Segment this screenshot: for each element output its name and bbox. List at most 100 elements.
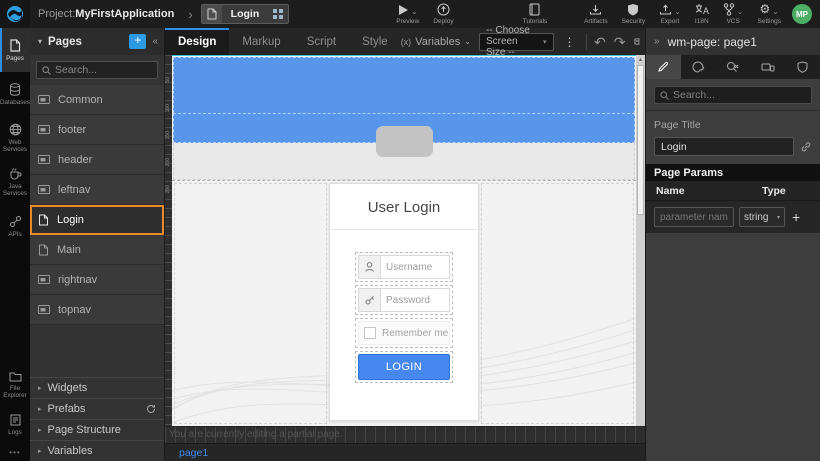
- tab-styles[interactable]: [681, 55, 716, 79]
- pages-search-input[interactable]: [55, 64, 152, 76]
- logo-placeholder[interactable]: [376, 126, 433, 157]
- project-breadcrumb[interactable]: Project:MyFirstApplication: [38, 8, 174, 20]
- vcs-button[interactable]: ⌄ VCS: [716, 3, 751, 25]
- ruler-label: 200: [165, 158, 171, 166]
- canvas-toolbar: Design Markup Script Style (x) Variables…: [165, 28, 645, 55]
- page-title-label: Page Title: [654, 119, 812, 131]
- collapse-panel-icon[interactable]: «: [152, 36, 158, 47]
- status-page-link[interactable]: page1: [165, 447, 208, 459]
- page-item-login[interactable]: Login: [30, 205, 164, 235]
- settings-label: Settings: [758, 18, 782, 25]
- bind-link-icon[interactable]: [800, 141, 812, 153]
- deploy-button[interactable]: Deploy: [426, 3, 460, 25]
- canvas-more-menu[interactable]: ⋮: [562, 35, 578, 49]
- properties-search[interactable]: [654, 86, 812, 104]
- section-variables[interactable]: ▸ Variables: [30, 440, 164, 461]
- page-icon: [38, 214, 49, 226]
- open-page-tab[interactable]: Login: [201, 4, 290, 24]
- remember-me-row[interactable]: Remember me: [355, 318, 453, 348]
- caret-right-icon: ▸: [38, 384, 42, 392]
- rail-item-file-explorer[interactable]: File Explorer: [0, 363, 30, 407]
- tutorials-button[interactable]: Tutorials: [516, 3, 555, 25]
- screen-size-select[interactable]: -- Choose Screen Size -- ▾: [479, 33, 554, 51]
- right-column[interactable]: [481, 183, 634, 424]
- rail-item-web-services[interactable]: Web Services: [0, 116, 30, 160]
- page-canvas[interactable]: User Login: [172, 55, 636, 426]
- properties-search-input[interactable]: [673, 89, 806, 101]
- param-name-input[interactable]: [654, 207, 734, 227]
- security-button[interactable]: Security: [615, 3, 652, 25]
- database-icon: [9, 83, 21, 96]
- scrollbar-thumb[interactable]: [637, 65, 644, 215]
- tab-security[interactable]: [785, 55, 820, 79]
- export-button[interactable]: ⌄ Export: [652, 3, 688, 25]
- partial-page-note: You are currently editing a partial page…: [169, 429, 343, 440]
- variables-dropdown[interactable]: (x) Variables ⌄: [401, 36, 471, 48]
- rail-item-java-services[interactable]: Java Services: [0, 160, 30, 204]
- caret-right-icon: ▸: [38, 405, 42, 413]
- scroll-up-icon[interactable]: ▲: [638, 55, 643, 63]
- redo-button[interactable]: ↷: [614, 35, 626, 49]
- param-type-select[interactable]: string ▾: [739, 207, 785, 227]
- wavemaker-logo[interactable]: [0, 0, 30, 28]
- user-avatar[interactable]: MP: [792, 4, 812, 24]
- i18n-button[interactable]: A I18N: [688, 3, 716, 25]
- partial-icon: [38, 185, 50, 194]
- page-item-header[interactable]: header: [30, 145, 164, 175]
- collapse-right-icon[interactable]: »: [654, 36, 660, 47]
- page-item-main[interactable]: Main: [30, 235, 164, 265]
- username-row[interactable]: [355, 252, 453, 282]
- page-item-rightnav[interactable]: rightnav: [30, 265, 164, 295]
- section-prefabs[interactable]: ▸ Prefabs: [30, 398, 164, 419]
- book-icon: [529, 3, 540, 16]
- remember-me-checkbox[interactable]: [364, 327, 376, 339]
- pages-caret-icon[interactable]: ▾: [38, 37, 42, 46]
- variables-chevron-icon: ⌄: [464, 37, 471, 46]
- page-item-common[interactable]: Common: [30, 85, 164, 115]
- pages-search[interactable]: [36, 61, 158, 79]
- section-widgets[interactable]: ▸ Widgets: [30, 377, 164, 398]
- rail-item-apis[interactable]: APIs: [0, 204, 30, 248]
- preview-button[interactable]: ⌄ Preview: [389, 3, 426, 25]
- partial-icon: [38, 155, 50, 164]
- tab-markup[interactable]: Markup: [229, 28, 293, 55]
- page-item-topnav[interactable]: topnav: [30, 295, 164, 325]
- section-label: Page Structure: [48, 424, 121, 436]
- tab-script[interactable]: Script: [294, 28, 349, 55]
- tab-style[interactable]: Style: [349, 28, 401, 55]
- page-doc-icon: [202, 5, 222, 23]
- canvas-vertical-scrollbar[interactable]: ▲: [636, 55, 645, 426]
- left-column[interactable]: [174, 183, 327, 424]
- rail-item-pages[interactable]: Pages: [0, 28, 30, 72]
- rail-item-databases[interactable]: Databases: [0, 72, 30, 116]
- page-item-footer[interactable]: footer: [30, 115, 164, 145]
- page-item-leftnav[interactable]: leftnav: [30, 175, 164, 205]
- tab-events[interactable]: [716, 55, 751, 79]
- grid-icon[interactable]: [268, 9, 288, 19]
- settings-button[interactable]: ⚙⌄ Settings: [751, 3, 789, 25]
- folder-icon: [9, 371, 22, 382]
- tab-properties[interactable]: [646, 55, 681, 79]
- pages-panel-title: Pages: [48, 36, 123, 48]
- artifacts-button[interactable]: Artifacts: [577, 3, 614, 25]
- undo-button[interactable]: ↶: [594, 35, 606, 49]
- header-block-top[interactable]: [173, 57, 635, 113]
- add-page-button[interactable]: +: [129, 34, 146, 49]
- section-label: Widgets: [48, 382, 88, 394]
- devices-icon: [761, 62, 775, 73]
- login-button[interactable]: LOGIN: [358, 354, 450, 380]
- password-row[interactable]: [355, 285, 453, 315]
- save-icon[interactable]: [634, 35, 640, 48]
- add-param-button[interactable]: +: [790, 209, 802, 225]
- page-title-input[interactable]: [654, 137, 794, 156]
- tab-design[interactable]: Design: [165, 28, 229, 55]
- tab-devices[interactable]: [750, 55, 785, 79]
- rail-overflow-dots[interactable]: •••: [0, 443, 30, 461]
- type-caret-icon: ▾: [777, 214, 780, 221]
- password-input[interactable]: [381, 289, 449, 311]
- rail-item-logs[interactable]: Logs: [0, 407, 30, 443]
- section-page-structure[interactable]: ▸ Page Structure: [30, 419, 164, 440]
- refresh-icon[interactable]: [146, 404, 156, 414]
- username-input[interactable]: [381, 256, 449, 278]
- login-card[interactable]: User Login: [329, 183, 479, 421]
